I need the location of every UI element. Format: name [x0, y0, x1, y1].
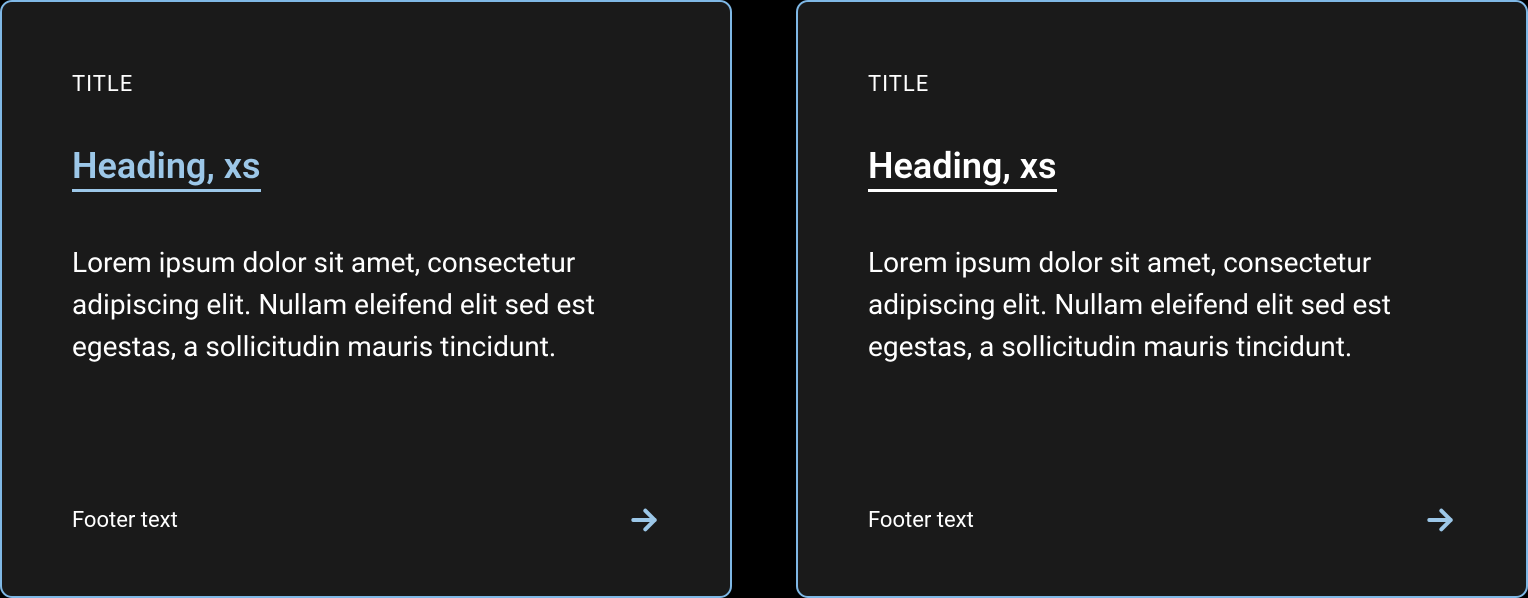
card-heading-link[interactable]: Heading, xs: [868, 147, 1057, 192]
card-description: Lorem ipsum dolor sit amet, consectetur …: [72, 242, 660, 454]
card-title: TITLE: [72, 72, 660, 97]
card-heading-link[interactable]: Heading, xs: [72, 147, 261, 192]
card-title: TITLE: [868, 72, 1456, 97]
card-1[interactable]: TITLE Heading, xs Lorem ipsum dolor sit …: [0, 0, 732, 598]
card-footer: Footer text: [868, 504, 1456, 536]
footer-text: Footer text: [868, 508, 974, 533]
card-2[interactable]: TITLE Heading, xs Lorem ipsum dolor sit …: [796, 0, 1528, 598]
footer-text: Footer text: [72, 508, 178, 533]
card-description: Lorem ipsum dolor sit amet, consectetur …: [868, 242, 1456, 454]
card-footer: Footer text: [72, 504, 660, 536]
arrow-right-icon[interactable]: [1424, 504, 1456, 536]
arrow-right-icon[interactable]: [628, 504, 660, 536]
